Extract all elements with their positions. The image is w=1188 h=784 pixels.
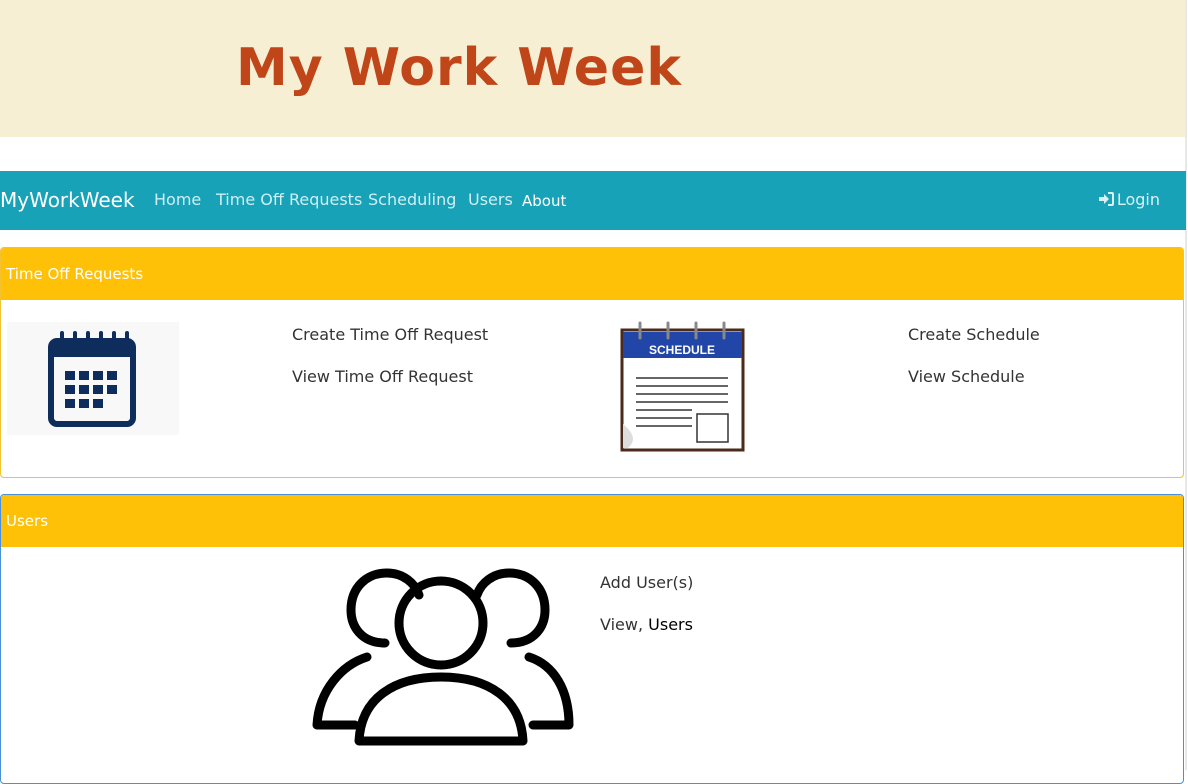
- nav-home[interactable]: Home: [154, 190, 201, 209]
- calendar-icon: [48, 331, 136, 427]
- card-header-title: Time Off Requests: [6, 265, 144, 283]
- nav-about[interactable]: About: [522, 192, 566, 210]
- page-edge: [1185, 0, 1187, 770]
- nav-time-off-requests[interactable]: Time Off Requests: [216, 190, 362, 209]
- banner-title: My Work Week: [236, 38, 682, 98]
- navbar-brand[interactable]: MyWorkWeek: [0, 188, 135, 212]
- users-card: Users Add User(s) View, Users: [0, 494, 1184, 784]
- view-users-prefix: View,: [600, 615, 644, 634]
- login-label: Login: [1116, 190, 1160, 209]
- calendar-icon-box[interactable]: [7, 322, 179, 435]
- navbar: MyWorkWeek Home Time Off Requests Schedu…: [0, 171, 1186, 230]
- view-users-target: Users: [648, 615, 693, 634]
- card-header: Users: [1, 495, 1183, 547]
- view-users-link[interactable]: View, Users: [600, 615, 693, 634]
- login-link[interactable]: Login: [1098, 190, 1160, 210]
- nav-scheduling[interactable]: Scheduling: [368, 190, 456, 209]
- nav-users[interactable]: Users: [468, 190, 513, 209]
- card-header: Time Off Requests: [1, 248, 1183, 300]
- create-schedule-link[interactable]: Create Schedule: [908, 325, 1040, 344]
- sign-in-icon: [1098, 191, 1114, 210]
- users-group-icon[interactable]: [307, 565, 577, 755]
- schedule-notepad-icon[interactable]: SCHEDULE: [620, 320, 746, 452]
- add-users-link[interactable]: Add User(s): [600, 573, 693, 592]
- view-time-off-request-link[interactable]: View Time Off Request: [292, 367, 473, 386]
- view-schedule-link[interactable]: View Schedule: [908, 367, 1025, 386]
- schedule-icon-label: SCHEDULE: [649, 343, 715, 357]
- card-header-title: Users: [6, 512, 49, 530]
- time-off-requests-card: Time Off Requests Create Time Off Reques…: [0, 247, 1184, 478]
- banner: My Work Week: [0, 0, 1186, 137]
- create-time-off-request-link[interactable]: Create Time Off Request: [292, 325, 488, 344]
